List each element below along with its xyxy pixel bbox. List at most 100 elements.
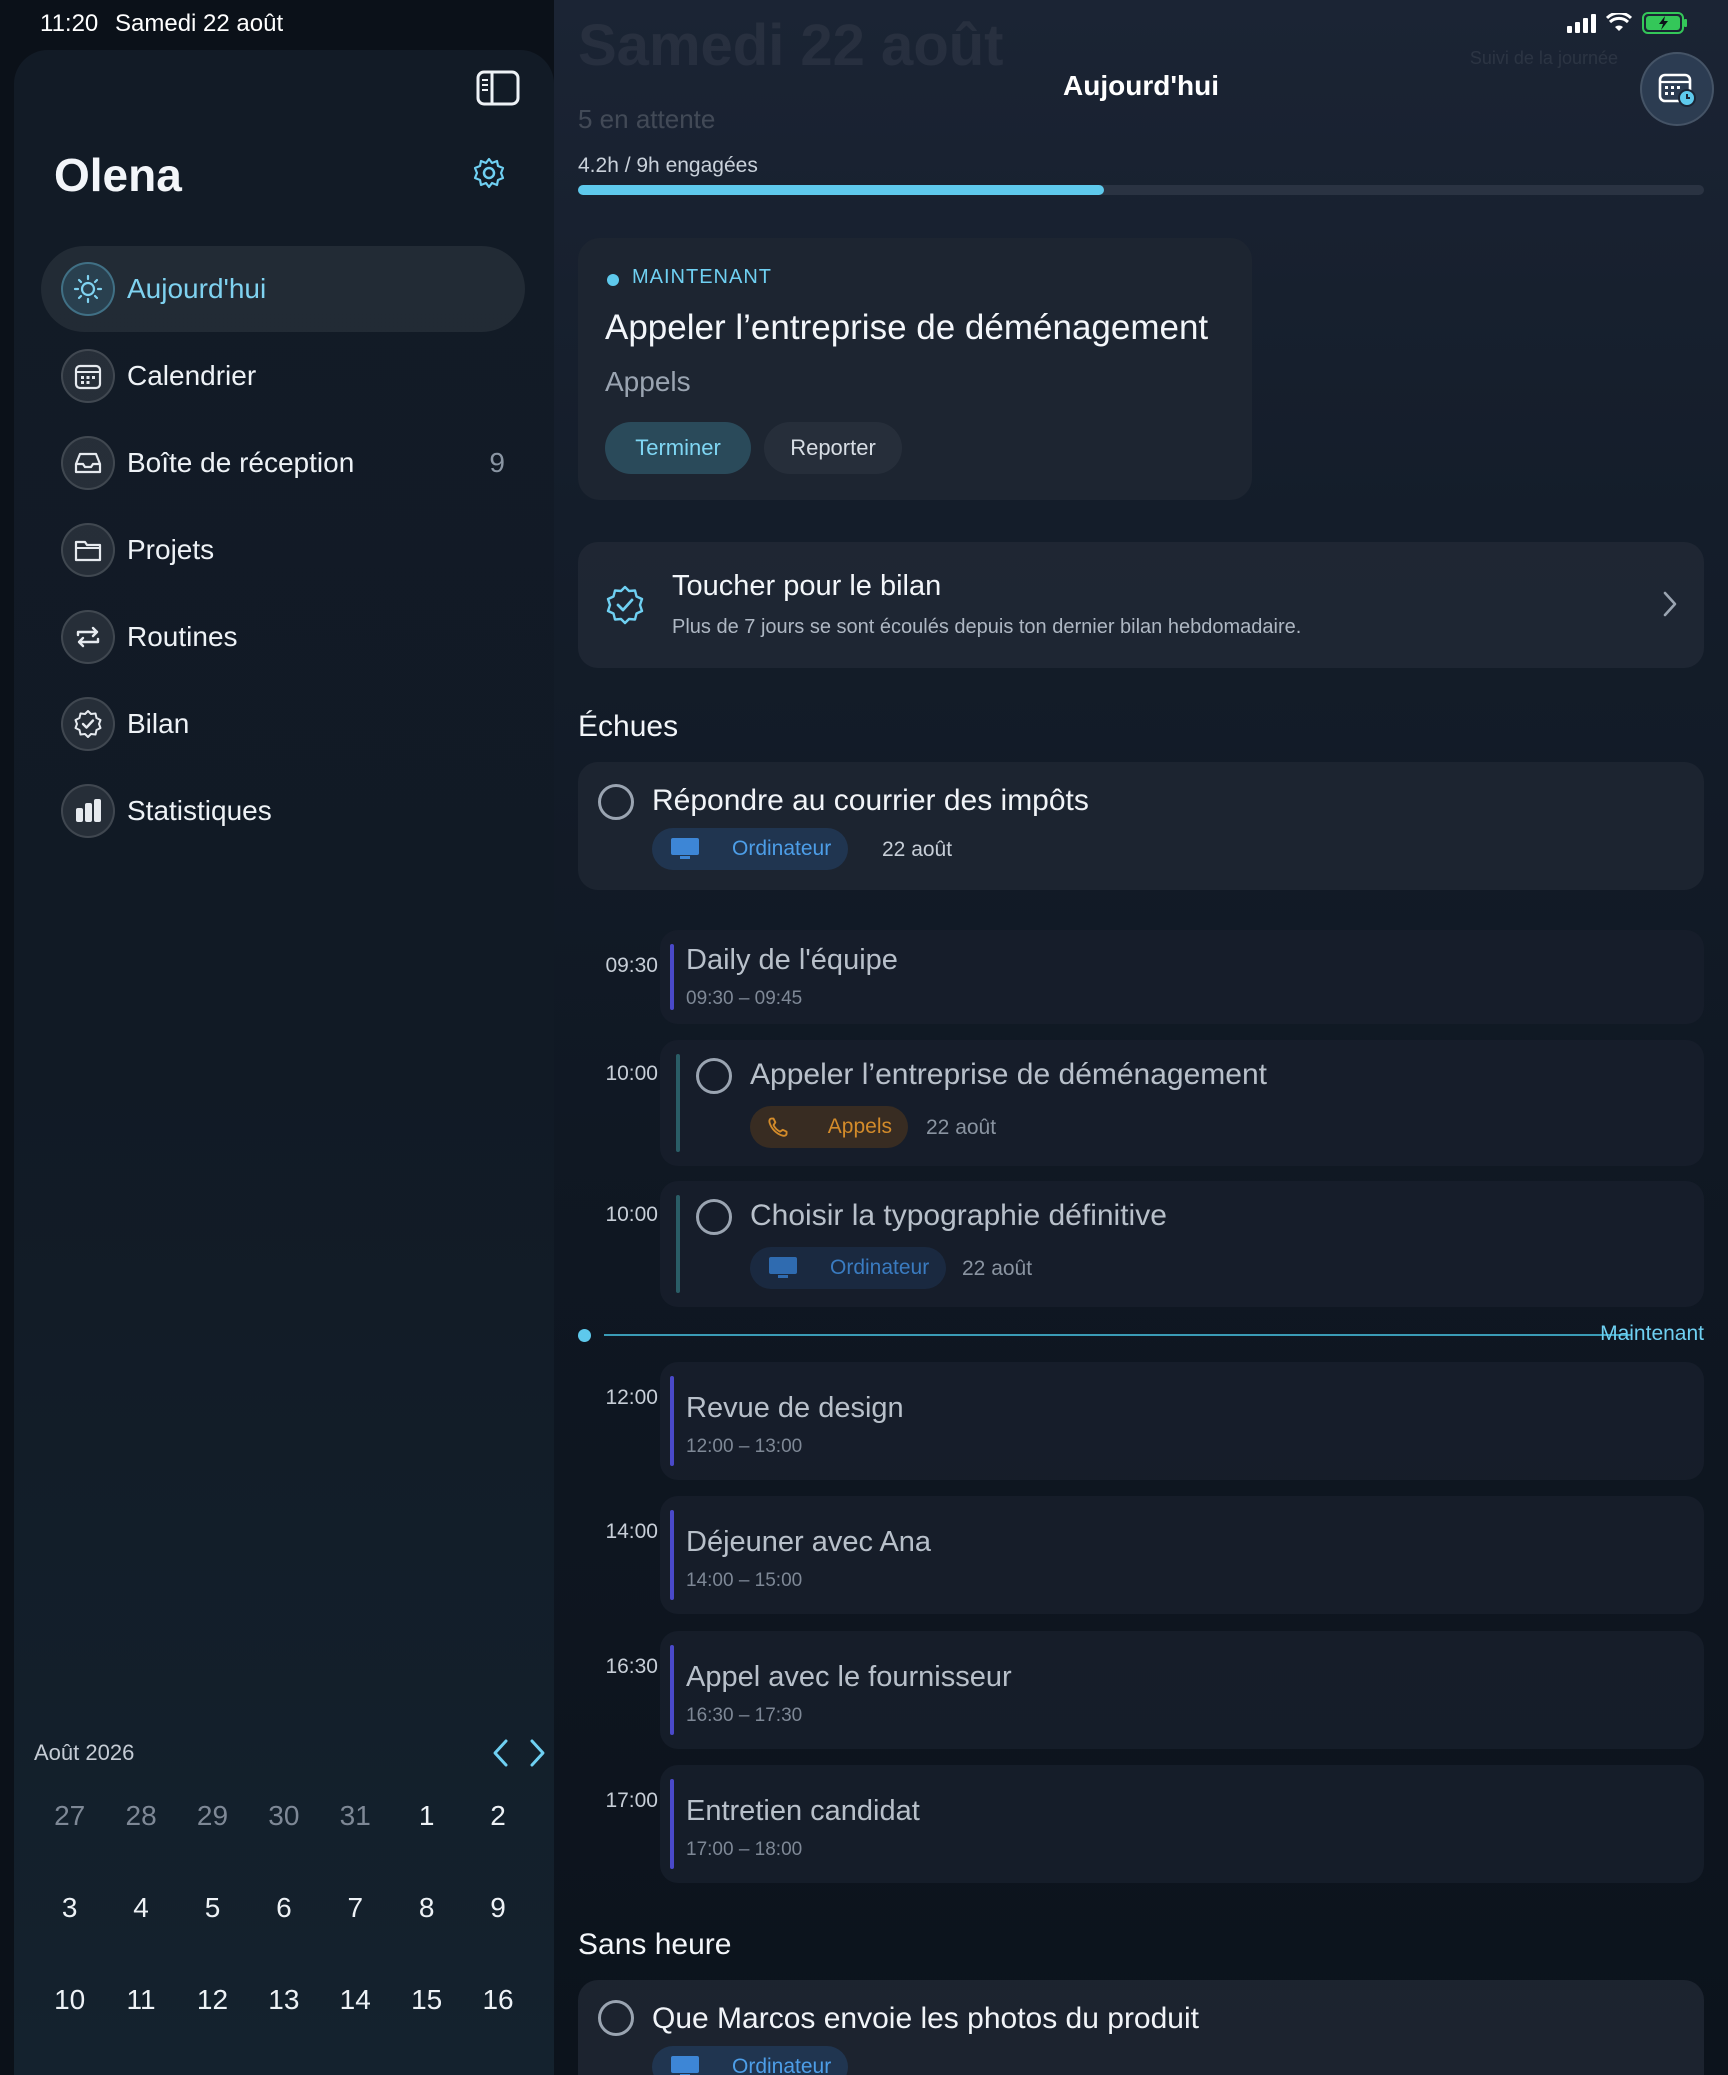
calendar-schedule-button[interactable] — [1640, 52, 1714, 126]
timeline-event[interactable]: Appel avec le fournisseur 16:30 – 17:30 — [660, 1631, 1704, 1749]
calendar-day[interactable]: 28 — [105, 1800, 176, 1836]
inbox-count-badge: 9 — [489, 447, 505, 478]
status-time: 11:20 — [40, 10, 99, 37]
task-tag: Appels — [750, 1106, 908, 1148]
calendar-day[interactable]: 29 — [177, 1800, 248, 1836]
calendar-day[interactable]: 6 — [248, 1892, 319, 1928]
calendar-day[interactable]: 10 — [34, 1984, 105, 2020]
timeline-event[interactable]: Daily de l'équipe 09:30 – 09:45 — [660, 930, 1704, 1024]
battery-icon — [1642, 12, 1687, 34]
sidebar-item-calendar[interactable]: Calendrier — [41, 333, 525, 419]
calendar-day[interactable]: 5 — [177, 1892, 248, 1928]
sidebar-item-review[interactable]: Bilan — [41, 681, 525, 767]
calendar-day[interactable]: 16 — [462, 1984, 533, 2020]
calendar-day[interactable]: 2 — [462, 1800, 533, 1836]
timeline-time: 17:00 — [605, 1789, 658, 1812]
progress-bar — [578, 185, 1704, 195]
now-line-dot — [578, 1329, 591, 1342]
timeline-time: 09:30 — [605, 954, 658, 977]
finish-button[interactable]: Terminer — [605, 422, 751, 474]
task-title: Répondre au courrier des impôts — [652, 784, 1089, 817]
sidebar-toggle-icon[interactable] — [476, 70, 520, 106]
timeline-event[interactable]: Entretien candidat 17:00 – 18:00 — [660, 1765, 1704, 1883]
event-color-bar — [670, 1779, 674, 1869]
event-title: Daily de l'équipe — [686, 944, 898, 976]
event-color-bar — [670, 1645, 674, 1735]
timeline-task[interactable]: Choisir la typographie définitive Ordina… — [660, 1181, 1704, 1307]
calendar-day[interactable]: 14 — [320, 1984, 391, 2020]
timeline-event[interactable]: Revue de design 12:00 – 13:00 — [660, 1362, 1704, 1480]
wifi-icon — [1606, 13, 1632, 31]
mini-calendar-grid: 27 28 29 30 31 1 2 3 4 5 6 7 8 9 10 11 1… — [34, 1800, 534, 2020]
current-task-label: MAINTENANT — [632, 266, 772, 288]
calendar-clock-icon — [1658, 73, 1696, 107]
folder-icon — [61, 523, 115, 577]
gear-icon[interactable] — [472, 156, 506, 190]
sidebar-item-label: Routines — [127, 621, 238, 652]
now-line — [604, 1334, 1632, 1336]
postpone-button[interactable]: Reporter — [764, 422, 902, 474]
weekly-review-card[interactable]: Toucher pour le bilan Plus de 7 jours se… — [578, 542, 1704, 668]
calendar-day[interactable]: 3 — [34, 1892, 105, 1928]
chevron-left-icon[interactable] — [486, 1736, 516, 1770]
sidebar-item-label: Aujourd'hui — [127, 273, 267, 304]
user-name: Olena — [54, 149, 182, 201]
badge-check-icon — [606, 585, 644, 625]
sidebar-item-routines[interactable]: Routines — [41, 594, 525, 680]
calendar-day[interactable]: 31 — [320, 1800, 391, 1836]
calendar-day[interactable]: 4 — [105, 1892, 176, 1928]
calendar-day[interactable]: 30 — [248, 1800, 319, 1836]
progress-fill — [578, 185, 1104, 195]
event-time-range: 14:00 – 15:00 — [686, 1570, 803, 1591]
monitor-icon — [769, 1257, 797, 1278]
sidebar-item-inbox[interactable]: Boîte de réception 9 — [41, 420, 525, 506]
task-checkbox[interactable] — [598, 2000, 634, 2036]
sidebar-item-label: Statistiques — [127, 795, 272, 826]
timeline-time: 12:00 — [605, 1386, 658, 1409]
sidebar-item-projects[interactable]: Projets — [41, 507, 525, 593]
calendar-day[interactable]: 12 — [177, 1984, 248, 2020]
sidebar-item-label: Boîte de réception — [127, 447, 355, 478]
calendar-day[interactable]: 9 — [462, 1892, 533, 1928]
sidebar-item-today[interactable]: Aujourd'hui — [41, 246, 525, 332]
no-time-task[interactable]: Que Marcos envoie les photos du produit … — [578, 1980, 1704, 2075]
bar-chart-icon — [61, 784, 115, 838]
status-icons — [1566, 12, 1688, 34]
phone-icon — [768, 1117, 788, 1137]
sidebar-item-label: Projets — [127, 534, 215, 565]
task-date: 22 août — [882, 838, 953, 861]
weekly-review-subtitle: Plus de 7 jours se sont écoulés depuis t… — [672, 616, 1302, 638]
status-bar: 11:20 Samedi 22 août — [0, 0, 1728, 50]
calendar-day[interactable]: 1 — [391, 1800, 462, 1836]
main-content: Samedi 22 août 5 en attente Suivi de la … — [554, 0, 1728, 2075]
sidebar: Olena Aujourd'hui Calendrier Boîte de ré… — [14, 50, 554, 2075]
timeline-event[interactable]: Déjeuner avec Ana 14:00 – 15:00 — [660, 1496, 1704, 1614]
overdue-section-title: Échues — [578, 710, 679, 743]
calendar-day[interactable]: 13 — [248, 1984, 319, 2020]
calendar-day[interactable]: 7 — [320, 1892, 391, 1928]
calendar-day[interactable]: 11 — [105, 1984, 176, 2020]
task-checkbox[interactable] — [696, 1199, 732, 1235]
overdue-task[interactable]: Répondre au courrier des impôts Ordinate… — [578, 762, 1704, 890]
event-time-range: 16:30 – 17:30 — [686, 1705, 803, 1726]
event-title: Déjeuner avec Ana — [686, 1526, 932, 1558]
sidebar-item-statistics[interactable]: Statistiques — [41, 768, 525, 854]
timeline-task[interactable]: Appeler l’entreprise de déménagement App… — [660, 1040, 1704, 1166]
calendar-day[interactable]: 15 — [391, 1984, 462, 2020]
task-color-bar — [676, 1195, 680, 1293]
task-checkbox[interactable] — [696, 1058, 732, 1094]
now-indicator-dot — [607, 274, 619, 286]
no-time-section-title: Sans heure — [578, 1928, 732, 1961]
current-task-card: MAINTENANT Appeler l’entreprise de démén… — [578, 238, 1252, 500]
event-color-bar — [670, 1510, 674, 1600]
weekly-review-title: Toucher pour le bilan — [672, 570, 942, 602]
badge-check-icon — [61, 697, 115, 751]
task-tag-label: Ordinateur — [732, 837, 832, 860]
chevron-right-icon[interactable] — [522, 1736, 552, 1770]
event-time-range: 17:00 – 18:00 — [686, 1839, 803, 1860]
event-color-bar — [670, 1376, 674, 1466]
chevron-right-icon — [1663, 591, 1677, 617]
calendar-day[interactable]: 8 — [391, 1892, 462, 1928]
calendar-day[interactable]: 27 — [34, 1800, 105, 1836]
task-checkbox[interactable] — [598, 784, 634, 820]
